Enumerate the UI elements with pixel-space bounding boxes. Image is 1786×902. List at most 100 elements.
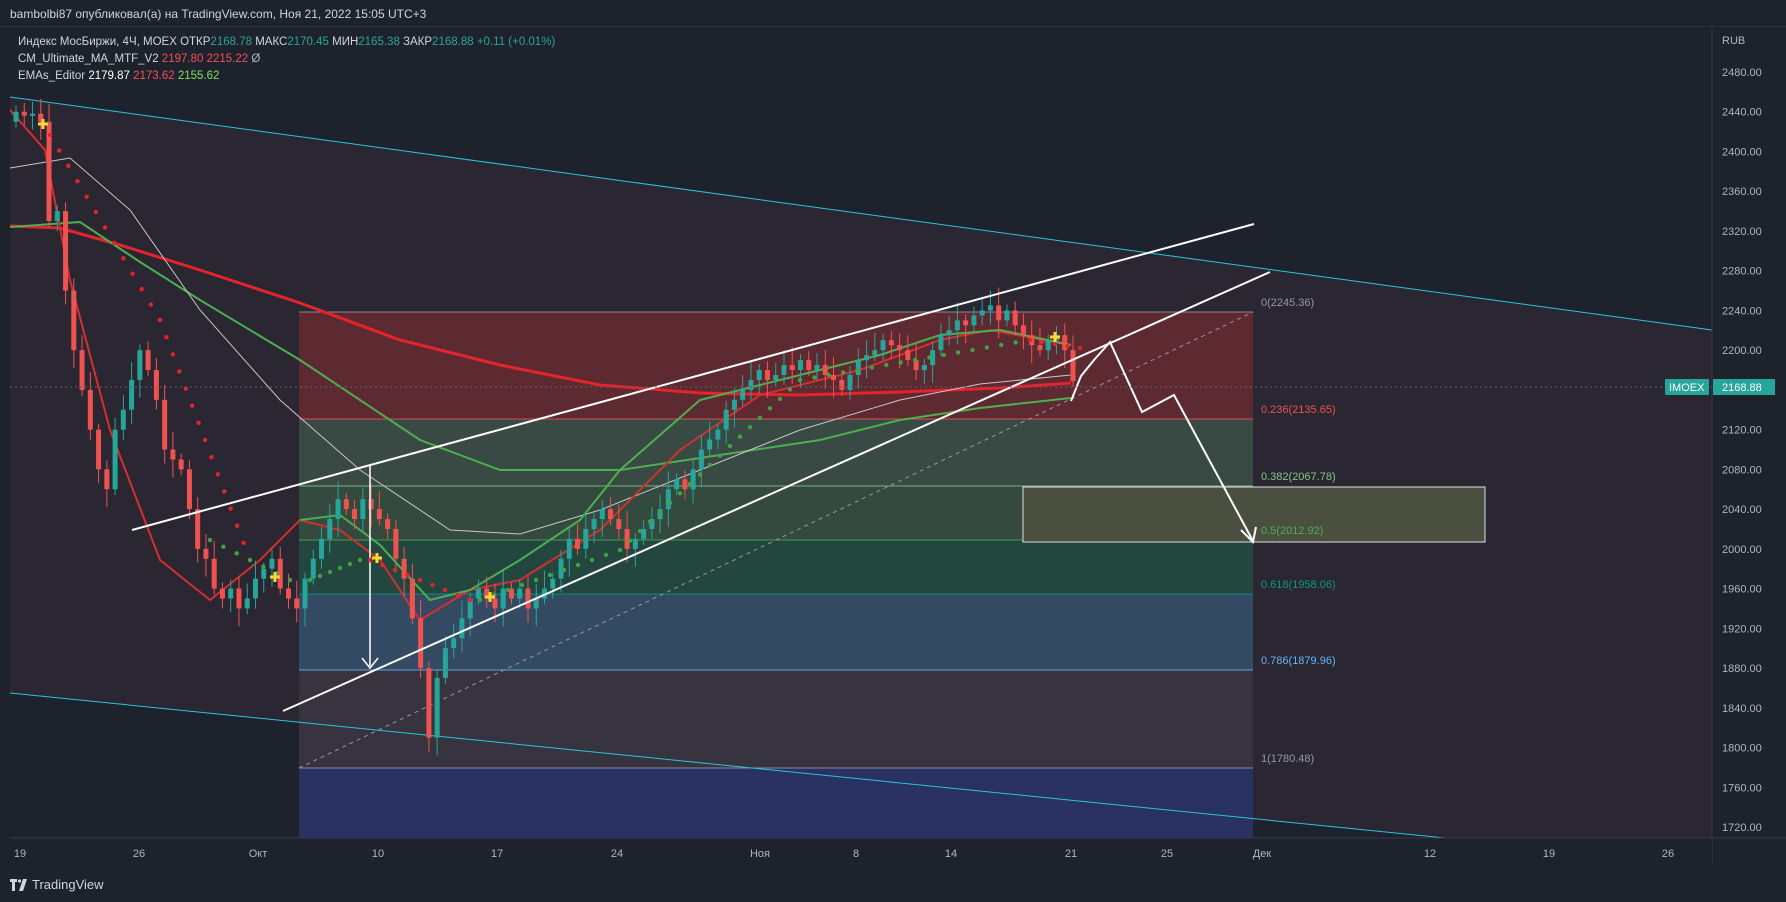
candle-body	[145, 350, 151, 371]
sar-dot	[357, 557, 363, 563]
candle-body	[71, 290, 77, 351]
sar-dot	[209, 454, 214, 460]
high-value: 2170.45	[287, 36, 329, 48]
low-value: 2165.38	[358, 36, 400, 48]
tradingview-logo[interactable]: TradingView	[10, 877, 104, 892]
sar-dot	[247, 557, 253, 563]
candle-body	[855, 360, 861, 375]
candle-body	[418, 618, 424, 669]
candle-body	[773, 374, 779, 380]
sar-dot	[707, 462, 713, 468]
candle-body	[170, 449, 176, 460]
price-chart[interactable]: RUB 2480.00 2440.00 2400.00 2360.00 2320.00 2…	[0, 0, 1786, 866]
candle-body	[938, 335, 944, 351]
candle-body	[517, 588, 523, 599]
indicator2-legend-row[interactable]: EMAs_Editor 2179.87 2173.62 2155.62	[18, 68, 555, 85]
sar-dot	[221, 544, 226, 549]
sar-dot	[75, 179, 80, 184]
price-tick-label: 2320.00	[1722, 226, 1762, 238]
candle-body	[203, 548, 209, 559]
sar-dot	[869, 365, 875, 370]
time-tick-label: 19	[1543, 848, 1555, 860]
sar-dot	[603, 552, 609, 558]
candle-body	[385, 519, 391, 529]
sar-dot	[177, 369, 182, 374]
candle-body	[1037, 345, 1043, 351]
price-tick-label: 2200.00	[1722, 345, 1762, 357]
sar-dot	[170, 352, 176, 357]
symbol-legend-row[interactable]: Индекс МосБиржи, 4Ч, MOEX ОТКР2168.78 МА…	[18, 34, 555, 51]
sar-dot	[787, 387, 793, 392]
indicator1-value2: 2215.22	[206, 53, 249, 65]
time-tick-label: 14	[945, 848, 957, 860]
candle-body	[665, 489, 671, 510]
sar-dot	[477, 597, 483, 603]
sar-dot	[148, 302, 154, 307]
candle-body	[393, 528, 399, 559]
sar-dot	[467, 597, 473, 603]
high-label: МАКС	[255, 36, 288, 48]
sar-dot	[1065, 343, 1070, 349]
fib-zone-0618-0786	[299, 594, 1253, 670]
low-label: МИН	[332, 36, 359, 48]
sar-dot	[505, 587, 511, 593]
price-tick-label: 1840.00	[1722, 703, 1762, 715]
sar-dot	[111, 240, 117, 246]
candle-body	[261, 568, 267, 579]
sar-dot	[737, 434, 743, 439]
symbol-tag-text: IMOEX	[1669, 382, 1705, 394]
candle-body	[442, 648, 448, 678]
candle-body	[599, 509, 605, 520]
candle-body	[996, 305, 1002, 321]
time-tick-label: 26	[1662, 848, 1674, 860]
sar-dot	[1040, 339, 1045, 345]
candle-body	[748, 379, 754, 390]
sar-dot	[757, 415, 763, 420]
sar-dot	[455, 592, 460, 598]
sar-dot	[222, 489, 227, 494]
sar-dot	[941, 352, 946, 358]
sar-dot	[164, 334, 169, 340]
indicator2-value3: 2155.62	[177, 70, 220, 82]
price-tick-label: 2400.00	[1722, 146, 1762, 158]
sar-dot	[261, 564, 266, 569]
time-tick-label: Дек	[1253, 848, 1272, 860]
indicator2-value2: 2173.62	[133, 70, 175, 82]
sar-dot	[617, 547, 623, 553]
candle-body	[550, 578, 556, 589]
candle-body	[343, 499, 349, 510]
sar-dot	[657, 510, 663, 515]
sar-dot	[884, 362, 889, 368]
candle-body	[616, 519, 622, 529]
fib-zone-below	[299, 768, 1253, 838]
sar-dot	[93, 209, 99, 215]
price-tick-label: 2080.00	[1722, 464, 1762, 476]
sar-dot	[519, 582, 525, 588]
candle-body	[451, 638, 457, 649]
sar-dot	[234, 551, 239, 556]
candle-body	[500, 588, 506, 609]
candle-body	[979, 310, 985, 316]
price-tick-label: 2280.00	[1722, 266, 1762, 278]
sar-dot	[999, 342, 1004, 348]
open-value: 2168.78	[210, 36, 252, 48]
sar-dot	[287, 577, 293, 583]
sar-dot	[56, 148, 62, 153]
sar-dot	[317, 573, 323, 579]
candle-body	[674, 479, 680, 490]
sar-dot	[84, 194, 89, 199]
tradingview-brand: TradingView	[32, 877, 104, 892]
candle-body	[327, 519, 333, 539]
sar-dot	[812, 375, 817, 380]
indicator1-value1: 2197.80	[161, 53, 204, 65]
sar-dot	[337, 565, 343, 571]
candle-body	[434, 677, 440, 738]
sar-dot	[533, 577, 539, 583]
indicator1-legend-row[interactable]: CM_Ultimate_MA_MTF_V2 2197.80 2215.22 Ø	[18, 51, 555, 68]
time-tick-label: 12	[1424, 848, 1436, 860]
sar-dot	[380, 562, 385, 568]
tradingview-frame: bambolbi87 опубликовал(а) на TradingView…	[0, 0, 1786, 902]
candle-body	[63, 211, 69, 291]
price-tick-label: 2440.00	[1722, 107, 1762, 119]
candle-body	[335, 499, 341, 520]
